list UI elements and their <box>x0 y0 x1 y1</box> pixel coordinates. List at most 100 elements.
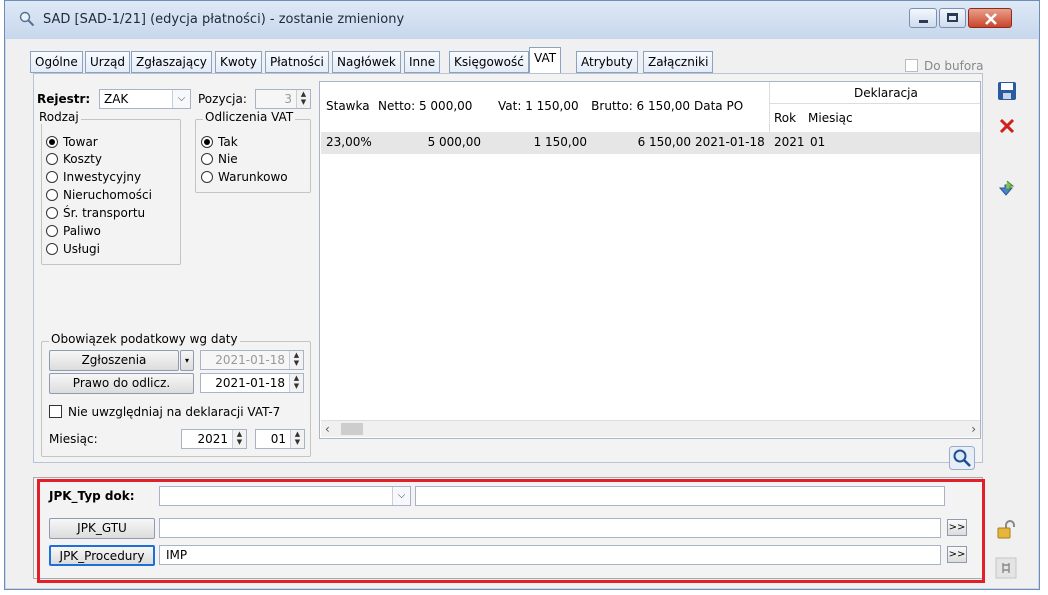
rodzaj-label: Rodzaj <box>37 110 81 124</box>
tab-vat[interactable]: VAT <box>529 47 562 74</box>
rejestr-value: ZAK <box>104 92 129 106</box>
radio-warunkowo[interactable]: Warunkowo <box>201 170 288 184</box>
radio-koszty[interactable]: Koszty <box>46 152 102 166</box>
cell-miesiac: 01 <box>810 135 826 149</box>
miesiac-year-stepper[interactable]: 2021 ▲ ▼ <box>181 429 247 449</box>
table-row[interactable]: 23,00% 5 000,00 1 150,00 6 150,00 2021-0… <box>321 132 980 154</box>
miesiac-year-value: 2021 <box>197 432 228 446</box>
radio-nie[interactable]: Nie <box>201 152 238 166</box>
cell-netto: 5 000,00 <box>427 135 481 149</box>
header-divider <box>770 103 980 104</box>
odliczenia-label: Odliczenia VAT <box>203 110 296 124</box>
scroll-left-icon[interactable]: ‹ <box>325 422 330 436</box>
prawo-date[interactable]: 2021-01-18 ▲ ▼ <box>200 373 304 393</box>
radio-sr-transportu-label: Śr. transportu <box>63 206 146 220</box>
radio-inwestycyjny[interactable]: Inwestycyjny <box>46 170 141 184</box>
tab-platnosci[interactable]: Płatności <box>265 51 329 73</box>
radio-towar[interactable]: Towar <box>46 135 98 149</box>
do-bufora-label: Do bufora <box>924 59 984 73</box>
column-divider <box>769 82 770 132</box>
col-vat[interactable]: Vat: 1 150,00 <box>498 99 579 113</box>
tab-urzad[interactable]: Urząd <box>85 51 130 73</box>
radio-tak[interactable]: Tak <box>201 135 238 149</box>
col-brutto[interactable]: Brutto: 6 150,00 <box>586 99 690 113</box>
miesiac-month-stepper[interactable]: 01 ▲ ▼ <box>255 429 305 449</box>
tab-ksiegowosc[interactable]: Księgowość <box>449 51 529 73</box>
chevron-down-icon[interactable]: ⌵ <box>172 90 190 108</box>
highlight-frame <box>37 479 985 583</box>
tab-atrybuty[interactable]: Atrybuty <box>576 51 638 73</box>
scroll-right-icon[interactable]: › <box>971 422 976 436</box>
cell-brutto: 6 150,00 <box>637 135 691 149</box>
tab-zalaczniki[interactable]: Załączniki <box>643 51 714 73</box>
search-icon[interactable] <box>949 446 975 470</box>
stepper-arrows-icon[interactable]: ▲ ▼ <box>296 90 310 108</box>
lock-icon[interactable] <box>995 519 1017 541</box>
radio-nie-label: Nie <box>218 152 238 166</box>
radio-towar-label: Towar <box>63 135 98 149</box>
radio-paliwo[interactable]: Paliwo <box>46 224 101 238</box>
vat-table[interactable]: Stawka Netto: 5 000,00 Vat: 1 150,00 Bru… <box>319 81 981 439</box>
stepper-arrows-icon[interactable]: ▲ ▼ <box>290 430 304 448</box>
close-button[interactable] <box>968 8 1012 28</box>
tab-inne[interactable]: Inne <box>404 51 441 73</box>
tab-naglowek[interactable]: Nagłówek <box>332 51 401 73</box>
zgloszenia-button[interactable]: Zgłoszenia <box>49 350 179 371</box>
prawo-date-value: 2021-01-18 <box>215 376 285 390</box>
radio-sr-transportu[interactable]: Śr. transportu <box>46 206 145 220</box>
stepper-arrows-icon[interactable]: ▲ ▼ <box>289 374 303 392</box>
title-bar: SAD [SAD-1/21] (edycja płatności) - zost… <box>5 1 1039 39</box>
col-data-po[interactable]: Data PO <box>694 99 743 113</box>
stepper-arrows-icon[interactable]: ▲ ▼ <box>289 351 303 369</box>
close-icon <box>985 13 997 25</box>
cell-rok: 2021 <box>774 135 805 149</box>
obowiazek-label: Obowiązek podatkowy wg daty <box>49 332 240 346</box>
zgloszenia-dropdown-button[interactable]: ▾ <box>180 350 194 371</box>
col-rok[interactable]: Rok <box>774 111 796 125</box>
stepper-arrows-icon[interactable]: ▲ ▼ <box>232 430 246 448</box>
radio-nieruchomosci[interactable]: Nieruchomości <box>46 188 152 202</box>
miesiac-label: Miesiąc: <box>49 432 98 446</box>
radio-tak-label: Tak <box>218 135 238 149</box>
app-window: SAD [SAD-1/21] (edycja płatności) - zost… <box>4 0 1040 590</box>
horizontal-scrollbar[interactable]: ‹ › <box>321 420 980 437</box>
col-stawka[interactable]: Stawka <box>326 99 370 113</box>
minimize-button[interactable] <box>909 8 937 28</box>
prawo-do-odliczenia-button[interactable]: Prawo do odlicz. <box>49 373 194 394</box>
tab-zglaszajacy[interactable]: Zgłaszający <box>131 51 212 73</box>
save-icon[interactable] <box>997 81 1017 101</box>
cell-vat: 1 150,00 <box>533 135 587 149</box>
scroll-thumb[interactable] <box>341 423 363 435</box>
delete-icon[interactable] <box>997 116 1017 136</box>
window-title: SAD [SAD-1/21] (edycja płatności) - zost… <box>43 12 405 27</box>
radio-nieruchomosci-label: Nieruchomości <box>63 188 152 202</box>
miesiac-month-value: 01 <box>270 432 286 446</box>
nie-uwzgledniaj-checkbox[interactable]: Nie uwzględniaj na deklaracji VAT-7 <box>49 405 280 419</box>
radio-paliwo-label: Paliwo <box>63 224 101 238</box>
tab-kwoty[interactable]: Kwoty <box>215 51 262 73</box>
pin-icon[interactable] <box>995 557 1017 579</box>
pozycja-stepper[interactable]: 3 ▲ ▼ <box>255 89 311 109</box>
rejestr-label: Rejestr: <box>37 92 91 106</box>
cell-stawka: 23,00% <box>326 135 372 149</box>
tab-ogolne[interactable]: Ogólne <box>30 51 83 73</box>
cell-data-po: 2021-01-18 <box>695 135 765 149</box>
export-icon[interactable] <box>997 179 1017 199</box>
radio-warunkowo-label: Warunkowo <box>218 170 288 184</box>
zgloszenia-date[interactable]: 2021-01-18 ▲ ▼ <box>200 350 304 370</box>
nie-uwzgledniaj-label: Nie uwzględniaj na deklaracji VAT-7 <box>68 405 281 419</box>
radio-uslugi[interactable]: Usługi <box>46 242 100 256</box>
pozycja-value: 3 <box>284 92 292 106</box>
pozycja-label: Pozycja: <box>198 92 247 106</box>
magnifier-icon <box>19 11 35 27</box>
col-deklaracja: Deklaracja <box>854 86 918 100</box>
rejestr-select[interactable]: ZAK ⌵ <box>99 89 191 109</box>
radio-inwestycyjny-label: Inwestycyjny <box>63 170 142 184</box>
zgloszenia-date-value: 2021-01-18 <box>215 353 285 367</box>
col-netto[interactable]: Netto: 5 000,00 <box>378 99 472 113</box>
do-bufora-checkbox[interactable]: Do bufora <box>905 59 983 73</box>
maximize-button[interactable] <box>939 8 966 28</box>
radio-uslugi-label: Usługi <box>63 242 101 256</box>
radio-koszty-label: Koszty <box>63 152 102 166</box>
col-miesiac[interactable]: Miesiąc <box>808 111 853 125</box>
